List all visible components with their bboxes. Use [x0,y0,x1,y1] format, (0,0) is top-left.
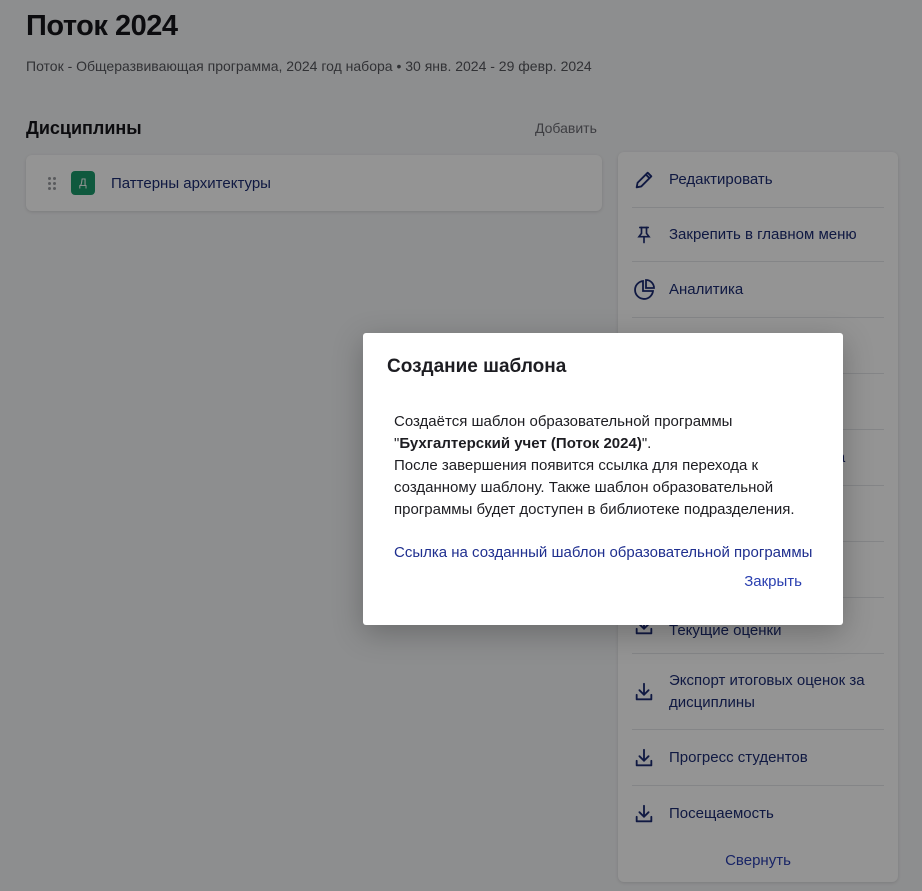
program-name: Бухгалтерский учет (Поток 2024) [399,435,642,452]
dialog-body: Создаётся шаблон образовательной програм… [394,411,824,521]
dialog-title: Создание шаблона [387,356,567,377]
template-link[interactable]: Ссылка на созданный шаблон образовательн… [394,544,812,561]
quote-close: ". [641,435,652,452]
dialog-body-rest: После завершения появится ссылка для пер… [394,457,795,518]
close-button[interactable]: Закрыть [744,573,802,590]
create-template-dialog: Создание шаблона Создаётся шаблон образо… [363,333,843,625]
dialog-body-line1: Создаётся шаблон образовательной програм… [394,413,733,430]
